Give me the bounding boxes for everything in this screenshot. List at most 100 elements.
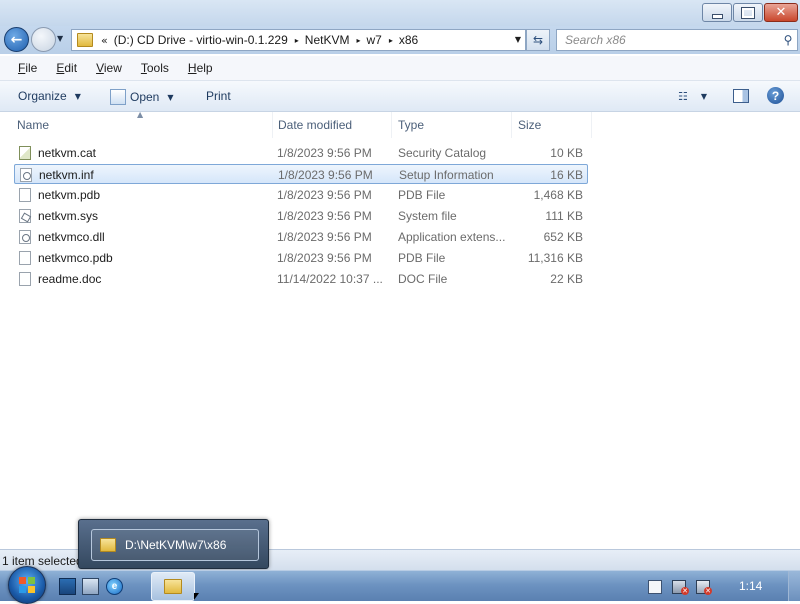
file-row[interactable]: netkvm.sys 1/8/2023 9:56 PM System file 111… [14, 206, 587, 226]
print-button[interactable]: Print [206, 89, 231, 103]
windows-logo-icon [19, 577, 35, 593]
menu-help-label: elp [196, 61, 213, 75]
file-row[interactable]: netkvmco.dll 1/8/2023 9:56 PM Application … [14, 227, 587, 247]
file-type: PDB File [398, 188, 446, 202]
file-size: 10 KB [550, 146, 583, 160]
system-file-icon [19, 209, 31, 223]
taskbar-explorer-button[interactable] [151, 572, 195, 601]
server-manager-icon[interactable] [82, 578, 99, 595]
menu-file[interactable]: File [18, 61, 44, 75]
file-date-modified: 1/8/2023 9:56 PM [277, 188, 372, 202]
taskbar: e ✕ ✕ 1:14 [0, 566, 800, 604]
search-icon[interactable]: ⚲ [779, 33, 797, 47]
column-header-type[interactable]: Type [393, 112, 512, 138]
file-date-modified: 1/8/2023 9:56 PM [277, 209, 372, 223]
help-button[interactable]: ? [767, 87, 784, 104]
file-name: netkvm.cat [38, 146, 97, 160]
menu-view-mnemonic: V [96, 61, 104, 75]
column-header-size[interactable]: Size [513, 112, 592, 138]
column-headers: ▲ Name Date modified Type Size [0, 110, 800, 138]
internet-explorer-icon[interactable]: e [106, 578, 123, 595]
breadcrumb-overflow[interactable]: « [101, 34, 108, 47]
file-type: System file [398, 209, 457, 223]
breadcrumb-netkvm[interactable]: NetKVM [305, 33, 350, 47]
file-date-modified: 1/8/2023 9:56 PM [277, 251, 372, 265]
show-desktop-quicklaunch-icon[interactable] [59, 578, 76, 595]
search-input[interactable] [563, 32, 779, 48]
search-box[interactable]: ⚲ [556, 29, 798, 51]
open-button[interactable]: Open ▼ [110, 89, 174, 105]
network-error-badge-icon: ✕ [681, 587, 689, 595]
file-row[interactable]: netkvm.pdb 1/8/2023 9:56 PM PDB File 1,468 … [14, 185, 587, 205]
minimize-button[interactable] [702, 3, 732, 22]
menu-tools-label: ools [146, 61, 169, 75]
volume-muted-badge-icon: ✕ [704, 587, 712, 595]
breadcrumb-x86[interactable]: x86 [399, 33, 418, 47]
refresh-icon: ⇆ [532, 33, 544, 47]
breadcrumb-cd-drive[interactable]: (D:) CD Drive - virtio-win-0.1.229 [114, 33, 288, 47]
open-label: Open [130, 90, 160, 104]
generic-file-icon [19, 188, 31, 202]
dropdown-arrow-icon: ▼ [167, 92, 174, 102]
file-type: Setup Information [399, 168, 494, 182]
close-button[interactable]: ✕ [764, 3, 798, 22]
file-row[interactable]: readme.doc 11/14/2022 10:37 ... DOC File 22… [14, 269, 587, 289]
thumbnail-window-label: D:\NetKVM\w7\x86 [125, 538, 227, 552]
change-view-button[interactable]: ☷ ▼ [678, 90, 707, 103]
open-icon [110, 89, 126, 105]
menu-edit[interactable]: Edit [56, 61, 84, 75]
menu-edit-label: dit [64, 61, 78, 75]
catalog-file-icon [19, 146, 31, 160]
thumbnail-window-item[interactable]: D:\NetKVM\w7\x86 [91, 529, 259, 561]
file-name: netkvm.inf [39, 168, 94, 182]
file-type: DOC File [398, 272, 448, 286]
menu-help-mnemonic: H [187, 61, 197, 75]
preview-pane-button[interactable] [733, 89, 749, 103]
recent-pages-dropdown[interactable]: ▼ [57, 34, 63, 43]
column-header-name[interactable]: Name [12, 112, 273, 138]
show-desktop-button[interactable] [788, 571, 800, 601]
taskbar-thumbnail-popup: D:\NetKVM\w7\x86 [78, 519, 269, 569]
breadcrumb-chevron-icon[interactable]: ▸ [389, 36, 393, 45]
clock[interactable]: 1:14 [739, 579, 762, 593]
folder-icon [77, 33, 93, 47]
organize-label: Organize [18, 89, 67, 103]
breadcrumb-chevron-icon[interactable]: ▸ [356, 36, 360, 45]
file-date-modified: 1/8/2023 9:56 PM [277, 146, 372, 160]
breadcrumb-chevron-icon[interactable]: ▸ [295, 36, 299, 45]
notification-area: ✕ ✕ 1:14 [640, 571, 800, 601]
title-bar: ✕ [0, 0, 800, 26]
back-button[interactable]: ← [4, 27, 29, 52]
navigation-bar: ← ▼ « (D:) CD Drive - virtio-win-0.1.229… [0, 26, 800, 54]
file-size: 1,468 KB [533, 188, 583, 202]
file-row[interactable]: netkvm.cat 1/8/2023 9:56 PM Security Catal… [14, 143, 587, 163]
file-row[interactable]: netkvm.inf 1/8/2023 9:56 PM Setup Informat… [14, 164, 588, 184]
file-name: netkvmco.pdb [38, 251, 113, 265]
dropdown-arrow-icon: ▼ [700, 92, 708, 101]
file-size: 16 KB [550, 168, 583, 182]
maximize-button[interactable] [733, 3, 763, 22]
details-view-icon: ☷ [678, 90, 688, 103]
file-name: netkvmco.dll [38, 230, 105, 244]
column-header-date-modified[interactable]: Date modified [273, 112, 392, 138]
file-size: 22 KB [550, 272, 583, 286]
explorer-folder-icon [164, 579, 182, 594]
dropdown-arrow-icon: ▼ [74, 91, 81, 101]
start-button[interactable] [8, 566, 46, 604]
maximize-icon [741, 6, 755, 19]
status-text: 1 item selected [2, 554, 83, 568]
refresh-button[interactable]: ⇆ [526, 29, 550, 51]
address-history-dropdown[interactable]: ▼ [515, 35, 521, 44]
organize-button[interactable]: Organize ▼ [18, 89, 81, 103]
file-row[interactable]: netkvmco.pdb 1/8/2023 9:56 PM PDB File 11,3… [14, 248, 587, 268]
breadcrumb-w7[interactable]: w7 [366, 33, 381, 47]
address-bar[interactable]: « (D:) CD Drive - virtio-win-0.1.229 ▸ N… [71, 29, 526, 51]
menu-tools[interactable]: Tools [141, 61, 176, 75]
forward-button[interactable] [31, 27, 56, 52]
setup-info-file-icon [20, 168, 32, 182]
file-size: 11,316 KB [527, 251, 583, 265]
menu-help[interactable]: Help [188, 61, 220, 75]
menu-view[interactable]: View [96, 61, 129, 75]
action-center-icon[interactable] [648, 580, 662, 594]
file-type: Application extens... [398, 230, 506, 244]
